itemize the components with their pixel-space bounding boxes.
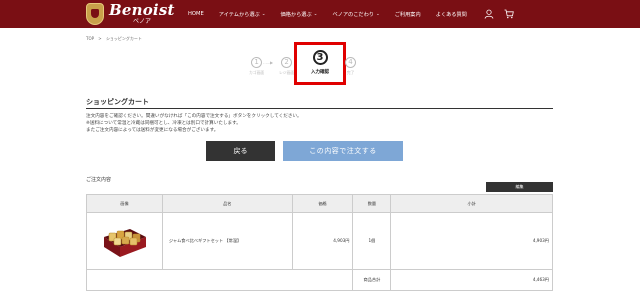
nav-items[interactable]: アイテムから選ぶ ⌄ (219, 11, 266, 18)
crest-icon (86, 3, 104, 25)
chevron-down-icon: ⌄ (261, 11, 266, 17)
column-header-image: 画像 (86, 194, 163, 213)
nav-price[interactable]: 価格から選ぶ ⌄ (281, 11, 318, 18)
place-order-button[interactable]: この内容で注文する (283, 141, 403, 161)
column-header-subtotal: 小計 (390, 194, 553, 213)
breadcrumb-separator: > (98, 36, 102, 41)
nav-home[interactable]: HOME (188, 11, 204, 17)
column-header-qty: 数量 (352, 194, 392, 213)
logo-main-text: Benoist (109, 1, 175, 19)
breadcrumb-top[interactable]: TOP (86, 36, 94, 41)
logo-sub-text: ベノア (133, 18, 152, 25)
table-header-row: 画像 品名 価格 数量 小計 (86, 194, 553, 213)
step-complete: 4 完了 (345, 57, 356, 75)
breadcrumb-current: ショッピングカート (105, 36, 142, 41)
product-subtotal: 4,903円 (390, 212, 553, 270)
table-row: ジャム食べ比べギフトセット 【常温】 4,903円 1個 4,903円 (86, 212, 553, 270)
order-table: 画像 品名 価格 数量 小計 ジャム食べ比べギフトセット 【常温】 4,903円… (85, 194, 553, 291)
product-qty: 1個 (352, 212, 392, 270)
edit-button[interactable]: 編集 (486, 182, 553, 192)
cart-title: ショッピングカート (86, 98, 149, 106)
step-arrow: ……▶ (263, 60, 273, 65)
step-cart: 1 カゴ画面 (249, 57, 265, 75)
subtotal-row: 商品合計 4,463円 (85, 269, 553, 291)
site-header: Benoist ベノア HOME アイテムから選ぶ ⌄ 価格から選ぶ ⌄ ベノアのこ… (0, 0, 640, 28)
gift-box-image (104, 229, 147, 257)
column-header-price: 価格 (291, 194, 354, 213)
nav-faq[interactable]: よくある質問 (436, 11, 467, 18)
nav-commitment[interactable]: ベノアのこだわり ⌄ (332, 11, 379, 18)
cart-notes: 注文内容をご確認ください。間違いがなければ「この内容で注文する」ボタンをクリック… (86, 113, 302, 134)
note-line: ※送料について常温と冷蔵は同梱可とし、冷凍とは別口で計算いたします。 (86, 121, 241, 126)
step-register: 2 レジ画面 (279, 57, 295, 75)
nav-guide[interactable]: ご利用案内 (395, 11, 421, 18)
subtotal-label: 商品合計 (352, 269, 392, 291)
note-line: 注文内容をご確認ください。間違いがなければ「この内容で注文する」ボタンをクリック… (86, 114, 302, 119)
chevron-down-icon: ⌄ (313, 11, 318, 17)
product-price: 4,903円 (291, 212, 354, 270)
step-confirm-current: 3 入力確認 (294, 42, 346, 85)
column-header-name: 品名 (161, 194, 293, 213)
back-button[interactable]: 戻る (206, 141, 275, 161)
chevron-down-icon: ⌄ (375, 11, 380, 17)
cart-icon[interactable] (504, 9, 514, 19)
breadcrumb: TOP > ショッピングカート (86, 36, 145, 42)
subtotal-value: 4,463円 (390, 269, 553, 291)
site-logo[interactable]: Benoist ベノア (86, 2, 175, 26)
product-name: ジャム食べ比べギフトセット 【常温】 (161, 212, 293, 270)
main-nav: HOME アイテムから選ぶ ⌄ 価格から選ぶ ⌄ ベノアのこだわり ⌄ ご利用案内 よ… (188, 0, 482, 28)
section-divider (86, 108, 553, 109)
product-image-cell (86, 212, 163, 270)
note-line: またご注文内容によっては送料が変更になる場合がございます。 (86, 128, 219, 133)
order-details-title: ご注文内容 (86, 177, 112, 183)
user-icon[interactable] (484, 9, 494, 19)
